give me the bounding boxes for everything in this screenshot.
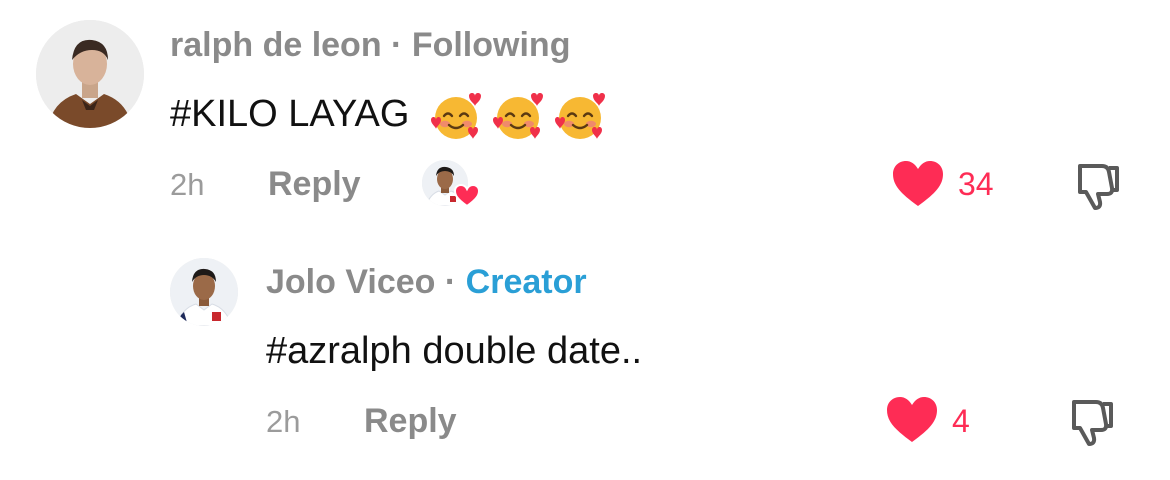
- like-count: 34: [958, 166, 994, 202]
- reply-button[interactable]: Reply: [364, 402, 457, 441]
- liked-by-creator-badge: [422, 160, 480, 212]
- thumbs-down-icon[interactable]: [1066, 396, 1118, 448]
- comment-header: Jolo Viceo · Creator: [266, 263, 587, 302]
- following-badge: Following: [411, 26, 571, 64]
- like-heart-icon[interactable]: [892, 160, 944, 208]
- smiling-face-with-hearts-icon: [492, 93, 543, 139]
- separator-dot: ·: [444, 263, 457, 301]
- username[interactable]: Jolo Viceo: [266, 263, 435, 301]
- reply-button[interactable]: Reply: [268, 165, 361, 204]
- heart-icon: [454, 184, 480, 208]
- timestamp: 2h: [170, 167, 205, 202]
- like-heart-icon[interactable]: [886, 396, 938, 444]
- separator-dot: ·: [391, 26, 403, 64]
- smiling-face-with-hearts-icon: [554, 93, 605, 139]
- thumbs-down-icon[interactable]: [1072, 160, 1124, 212]
- smiling-face-with-hearts-icon: [430, 93, 481, 139]
- comment-header: ralph de leon · Following: [170, 26, 570, 65]
- creator-badge: Creator: [465, 263, 587, 301]
- timestamp: 2h: [266, 404, 301, 439]
- comment-text: #azralph double date..: [266, 330, 643, 372]
- comment-text: #KILO LAYAG: [170, 93, 410, 136]
- username[interactable]: ralph de leon: [170, 26, 382, 64]
- comment-text-line: #KILO LAYAG: [170, 90, 606, 142]
- avatar[interactable]: [36, 20, 144, 128]
- like-count: 4: [952, 403, 970, 439]
- avatar[interactable]: [170, 258, 238, 326]
